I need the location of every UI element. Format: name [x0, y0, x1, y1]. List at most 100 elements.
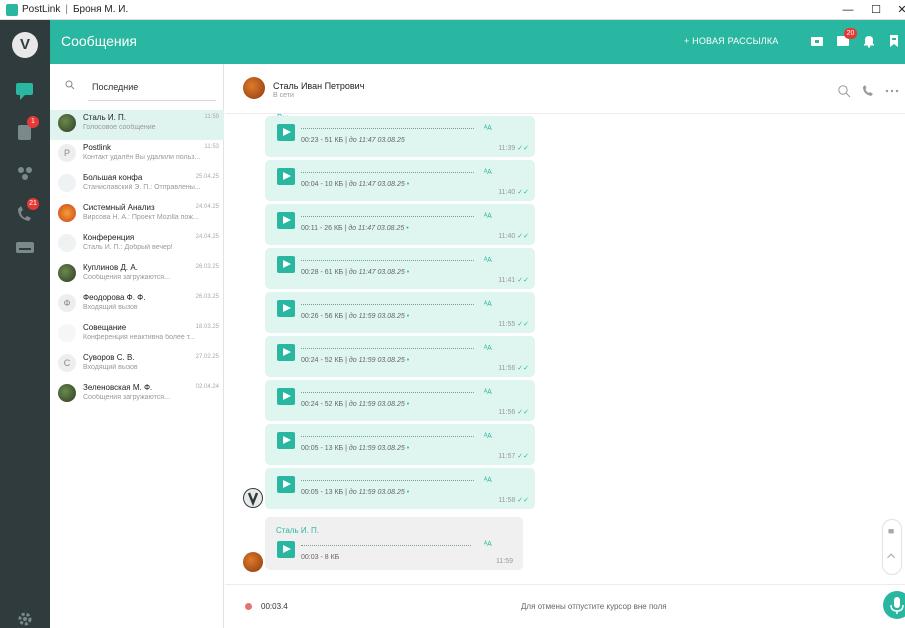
play-button[interactable] — [277, 344, 295, 361]
rail-calls[interactable]: 21 — [13, 198, 39, 225]
chat-list-item[interactable]: Большая конфа 25.04.25 Станиславский Э. П.… — [50, 170, 224, 200]
chat-list-item[interactable]: Сталь И. П. 11:59 Голосовое сообщение — [50, 110, 224, 140]
chat-list-item[interactable]: Системный Анализ 24.04.25 Вирсова Н. А.: П… — [50, 200, 224, 230]
play-button[interactable] — [277, 541, 295, 558]
play-button[interactable] — [277, 432, 295, 449]
folder-icon[interactable] — [810, 34, 824, 48]
close-button[interactable]: ✕ — [888, 0, 905, 20]
transcribe-button[interactable]: ᴬA — [484, 257, 492, 264]
play-button[interactable] — [277, 476, 295, 493]
voice-sent-time: до 11:59 03.08.25 — [348, 445, 405, 452]
time-text: 11:56 — [498, 409, 516, 416]
rail-groups[interactable] — [13, 162, 37, 184]
transcribe-button[interactable]: ᴬA — [484, 389, 492, 396]
play-button[interactable] — [277, 168, 295, 185]
sender-avatar — [243, 552, 263, 572]
microphone-button[interactable] — [883, 591, 905, 619]
message-time: 11:58 ✓✓ — [498, 496, 529, 504]
voice-size: 00:23 - 51 КБ — [301, 137, 344, 144]
voice-info: 00:05 - 13 КБ | до 11:59 03.08.25 • — [301, 489, 409, 496]
voice-sent-time: до 11:59 03.08.25 — [348, 357, 405, 364]
rail-keyboard[interactable] — [13, 236, 37, 258]
play-button[interactable] — [277, 212, 295, 229]
play-button[interactable] — [277, 256, 295, 273]
chat-list-item[interactable]: Куплинов Д. А. 26.03.25 Сообщения загружаю… — [50, 260, 224, 290]
contact-status: В сети — [273, 92, 294, 99]
message-time: 11:56 ✓✓ — [498, 408, 529, 416]
transcribe-button[interactable]: ᴬA — [484, 125, 492, 132]
voice-message: 00:26 - 56 КБ | до 11:59 03.08.25 • ᴬA 11:… — [265, 292, 535, 333]
waveform[interactable] — [301, 172, 474, 173]
chat-time: 11:59 — [204, 114, 219, 120]
waveform[interactable] — [301, 480, 474, 481]
chat-icon — [16, 83, 33, 100]
more-options-icon[interactable] — [885, 84, 899, 98]
new-mailing-button[interactable]: + НОВАЯ РАССЫЛКА — [684, 36, 779, 46]
chat-list-item[interactable]: Совещание 18.03.25 Конференция неактивна б… — [50, 320, 224, 350]
transcribe-button[interactable]: ᴬA — [484, 433, 492, 440]
voice-info: 00:11 - 26 КБ | до 11:47 03.08.25 • — [301, 225, 409, 232]
app-window: PostLink | Броня М. И. — ☐ ✕ V 1 21 Сооб… — [0, 0, 905, 628]
time-text: 11:41 — [498, 277, 516, 284]
message-time: 11:39 ✓✓ — [498, 144, 529, 152]
play-button[interactable] — [277, 300, 295, 317]
message-time: 11:59 — [496, 558, 513, 565]
search-input[interactable]: Последние — [92, 82, 138, 92]
play-button[interactable] — [277, 124, 295, 141]
waveform[interactable] — [301, 392, 474, 393]
transcribe-button[interactable]: ᴬA — [484, 169, 492, 176]
voice-sent-time: до 11:59 03.08.25 — [348, 489, 405, 496]
transcribe-button[interactable]: ᴬA — [484, 541, 492, 548]
chat-avatar — [58, 174, 76, 192]
minimize-button[interactable]: — — [834, 0, 862, 20]
transcribe-button[interactable]: ᴬA — [484, 345, 492, 352]
transcribe-button[interactable]: ᴬA — [484, 477, 492, 484]
rail-settings[interactable] — [13, 608, 37, 628]
bell-icon[interactable] — [862, 34, 876, 48]
scroll-arrows-icon[interactable] — [883, 520, 901, 574]
maximize-button[interactable]: ☐ — [862, 0, 890, 20]
waveform[interactable] — [301, 260, 474, 261]
voice-message: 00:05 - 13 КБ | до 11:59 03.08.25 • ᴬA 11:… — [265, 468, 535, 509]
message-time: 11:57 ✓✓ — [498, 452, 529, 460]
transcribe-button[interactable]: ᴬA — [484, 301, 492, 308]
message-time: 11:41 ✓✓ — [498, 276, 529, 284]
play-button[interactable] — [277, 388, 295, 405]
phone-icon[interactable] — [861, 84, 875, 98]
bookmark-icon[interactable] — [887, 34, 901, 48]
chat-name: Куплинов Д. А. — [83, 263, 138, 272]
chat-list-item[interactable]: Конференция 24.04.25 Сталь И. П.: Добрый в… — [50, 230, 224, 260]
waveform[interactable] — [301, 436, 474, 437]
chat-preview: Вирсова Н. А.: Проект Mozilla пож... — [83, 214, 199, 221]
voice-message: 00:05 - 13 КБ | до 11:59 03.08.25 • ᴬA 11:… — [265, 424, 535, 465]
rail-messages[interactable] — [13, 80, 37, 102]
chat-list-item[interactable]: Ф Феодорова Ф. Ф. 26.03.25 Входящий вызов — [50, 290, 224, 320]
waveform[interactable] — [301, 216, 474, 217]
chat-list-item[interactable]: P Postlink 11:53 Контакт удалён Вы удалили … — [50, 140, 224, 170]
search-bar[interactable]: Последние — [50, 64, 224, 110]
waveform[interactable] — [301, 304, 474, 305]
message-time: 11:55 ✓✓ — [498, 320, 529, 328]
chat-list-item[interactable]: Зеленовская М. Ф. 02.04.24 Сообщения загру… — [50, 380, 224, 410]
read-check-icon: ✓✓ — [517, 409, 529, 416]
transcribe-button[interactable]: ᴬA — [484, 213, 492, 220]
voice-sent-time: до 11:47 03.08.25 — [348, 225, 405, 232]
voice-message: 00:04 - 10 КБ | до 11:47 03.08.25 • ᴬA 11:… — [265, 160, 535, 201]
read-check-icon: ✓✓ — [517, 497, 529, 504]
read-check-icon: ✓✓ — [517, 189, 529, 196]
status-dot: • — [406, 489, 410, 496]
waveform[interactable] — [301, 348, 474, 349]
window-user-name: Броня М. И. — [72, 4, 129, 15]
search-icon[interactable] — [837, 84, 851, 98]
message-time: 11:56 ✓✓ — [498, 364, 529, 372]
chat-name: Совещание — [83, 323, 127, 332]
chat-name: Конференция — [83, 233, 135, 242]
rail-contacts[interactable]: 1 — [13, 116, 39, 143]
chat-list-item[interactable]: С Суворов С. В. 27.02.25 Входящий вызов — [50, 350, 224, 380]
contact-name[interactable]: Сталь Иван Петрович — [273, 81, 364, 91]
waveform[interactable] — [301, 128, 474, 129]
contacts-badge: 1 — [27, 116, 39, 128]
waveform[interactable] — [301, 545, 471, 546]
contact-requests-button[interactable]: 20 — [836, 28, 857, 48]
contact-avatar[interactable] — [243, 77, 265, 99]
